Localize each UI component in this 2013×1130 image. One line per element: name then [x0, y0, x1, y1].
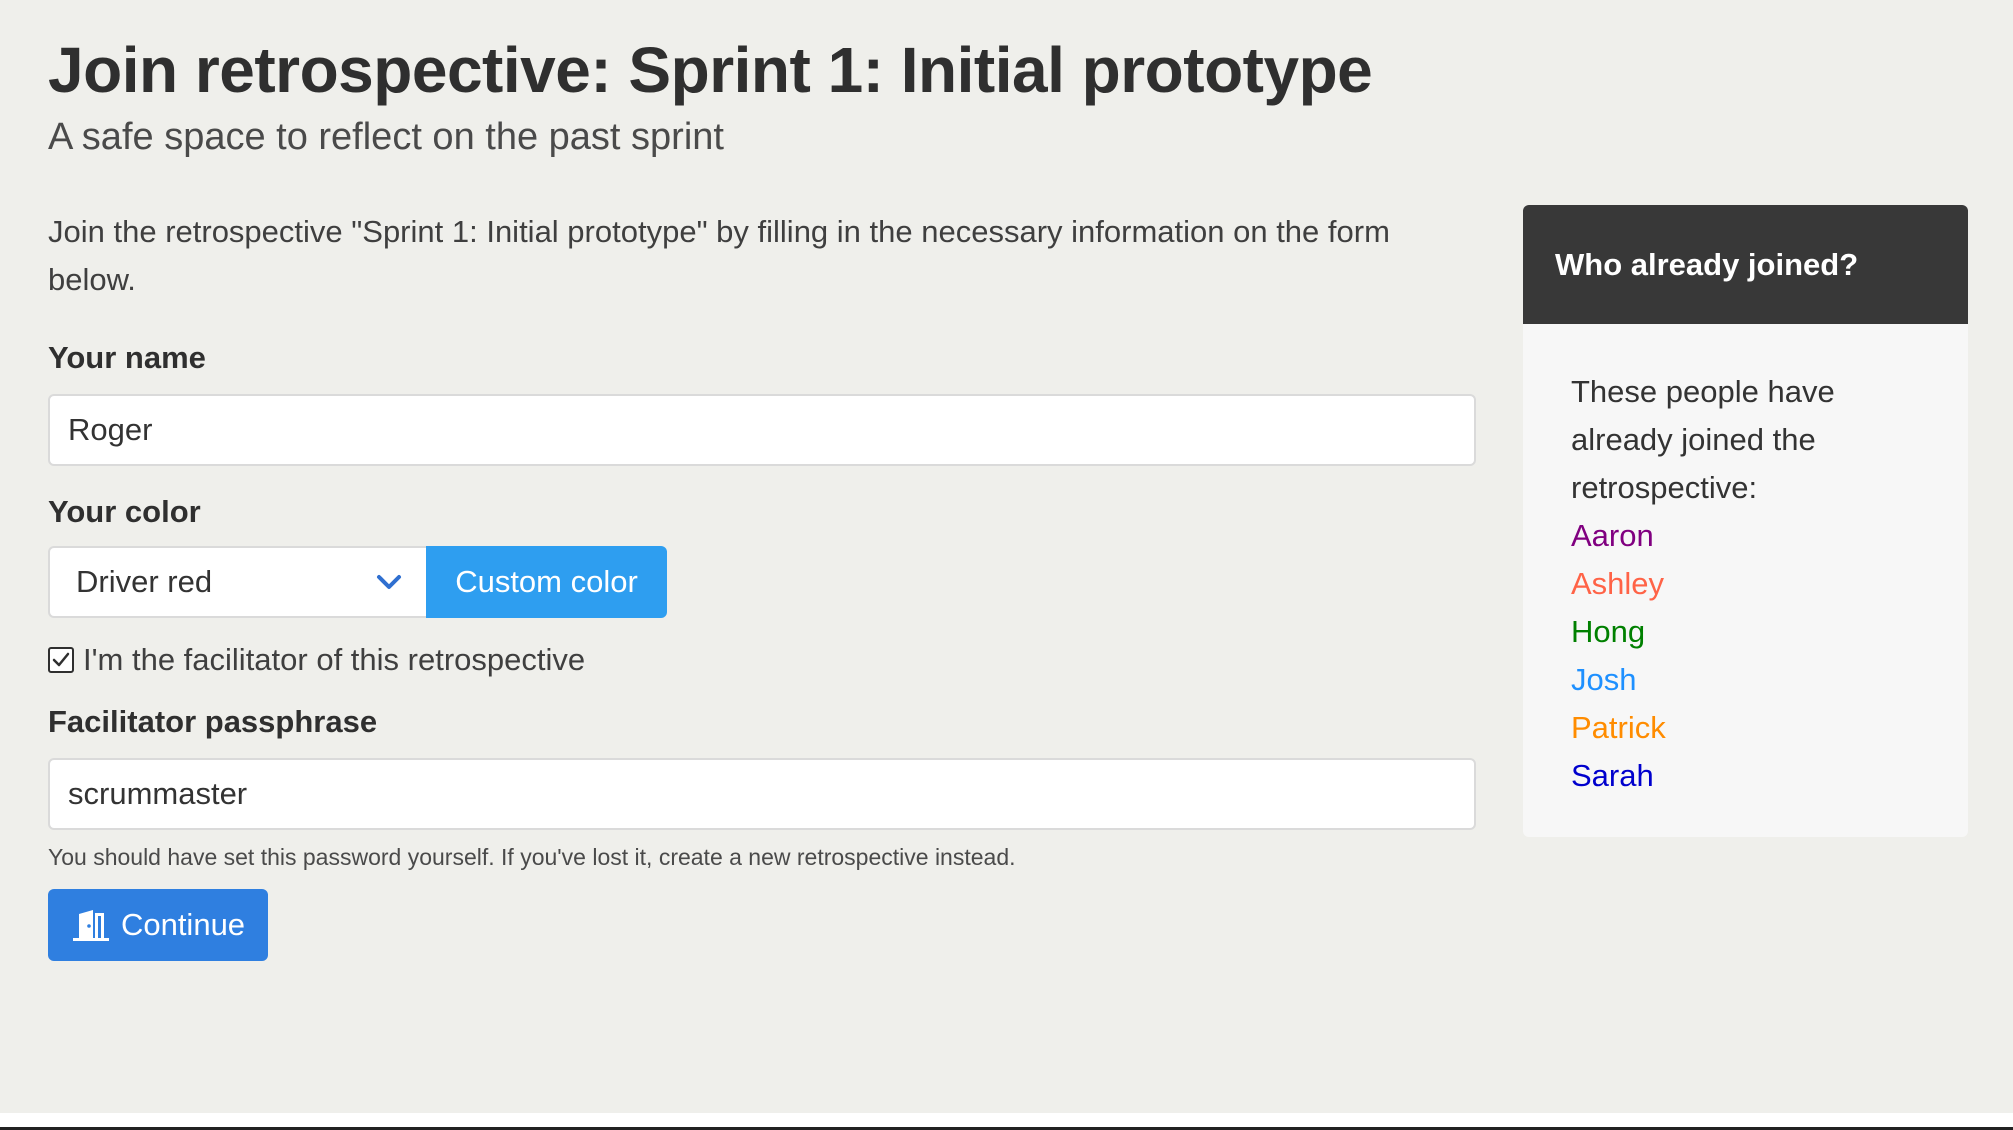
- continue-label: Continue: [120, 907, 246, 942]
- joined-description: These people have already joined the ret…: [1571, 374, 1835, 505]
- checkmark-icon: [52, 652, 70, 667]
- color-select[interactable]: Driver red: [48, 546, 426, 618]
- participant-item: Aaron: [1571, 518, 1654, 553]
- name-input[interactable]: [48, 394, 1476, 466]
- passphrase-label: Facilitator passphrase: [48, 704, 378, 739]
- page-subtitle: A safe space to reflect on the past spri…: [48, 116, 724, 158]
- page-title: Join retrospective: Sprint 1: Initial pr…: [48, 34, 1373, 106]
- color-picker: Driver red Custom color: [48, 546, 1476, 618]
- continue-button[interactable]: Continue: [48, 889, 268, 961]
- joined-panel-title: Who already joined?: [1523, 205, 1968, 324]
- joined-panel: Who already joined? These people have al…: [1523, 205, 1968, 837]
- door-open-icon: [71, 907, 111, 943]
- joined-panel-body: These people have already joined the ret…: [1523, 324, 1968, 800]
- color-label: Your color: [48, 494, 201, 529]
- intro-text: Join the retrospective "Sprint 1: Initia…: [48, 214, 1390, 297]
- custom-color-button[interactable]: Custom color: [426, 546, 667, 618]
- participant-list: Aaron Ashley Hong Josh Patrick Sarah: [1571, 512, 1936, 800]
- participant-item: Patrick: [1571, 710, 1666, 745]
- participant-item: Josh: [1571, 662, 1637, 697]
- footer-strip: [0, 1113, 2013, 1130]
- join-page: Join retrospective: Sprint 1: Initial pr…: [48, 30, 1968, 961]
- color-select-value: Driver red: [76, 564, 213, 599]
- participant-item: Ashley: [1571, 566, 1665, 601]
- facilitator-checkbox-row[interactable]: I'm the facilitator of this retrospectiv…: [48, 642, 1476, 678]
- passphrase-input[interactable]: [48, 758, 1476, 830]
- passphrase-help-text: You should have set this password yourse…: [48, 844, 1016, 870]
- facilitator-checkbox-label: I'm the facilitator of this retrospectiv…: [83, 642, 586, 677]
- join-form: Join the retrospective "Sprint 1: Initia…: [48, 208, 1476, 961]
- participant-item: Sarah: [1571, 758, 1654, 793]
- chevron-down-icon: [374, 572, 404, 592]
- name-label: Your name: [48, 340, 206, 375]
- facilitator-checkbox[interactable]: [48, 647, 74, 673]
- participant-item: Hong: [1571, 614, 1646, 649]
